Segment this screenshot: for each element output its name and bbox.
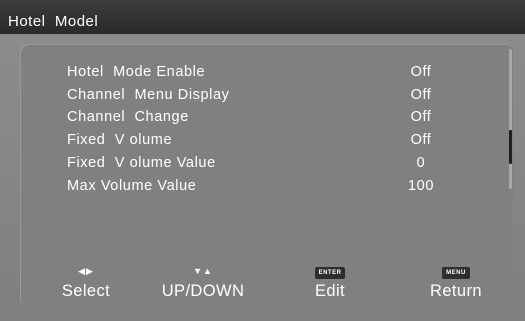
menu-row-label: Max Volume Value <box>67 178 197 194</box>
enter-keycap: ENTER <box>314 267 346 279</box>
title-bar: Hotel Model <box>0 0 525 34</box>
menu-row-hotel-mode-enable[interactable]: Hotel Mode Enable Off <box>20 62 440 84</box>
scrollbar-thumb[interactable] <box>509 129 512 164</box>
menu-row-label: Channel Change <box>67 109 189 125</box>
return-hint-label: Return <box>430 282 482 300</box>
menu-row-channel-change[interactable]: Channel Change Off <box>20 107 440 129</box>
menu-row-fixed-volume[interactable]: Fixed V olume Off <box>20 130 440 152</box>
select-hint-label: Select <box>61 282 111 300</box>
edit-hint-label: Edit <box>314 282 346 300</box>
menu-row-value: 100 <box>408 178 434 194</box>
menu-row-value: Off <box>410 64 432 80</box>
select-hint: ◀▶ Select <box>46 266 126 304</box>
page-title: Hotel Model <box>8 13 99 30</box>
menu-row-value: Off <box>410 87 432 103</box>
menu-row-channel-menu-display[interactable]: Channel Menu Display Off <box>20 85 440 107</box>
menu-row-fixed-volume-value[interactable]: Fixed V olume Value 0 <box>20 153 440 175</box>
menu-row-label: Fixed V olume <box>67 132 173 148</box>
settings-panel: Hotel Mode Enable Off Channel Menu Displ… <box>20 44 513 307</box>
down-up-arrows-icon: ▼▲ <box>193 266 213 276</box>
menu-row-label: Channel Menu Display <box>67 87 230 103</box>
menu-row-value: Off <box>410 132 432 148</box>
menu-row-label: Hotel Mode Enable <box>67 64 206 80</box>
menu-keycap: MENU <box>442 267 470 279</box>
menu-key-icon: MENU <box>406 266 506 279</box>
menu-row-label: Fixed V olume Value <box>67 155 216 171</box>
hotel-model-osd: Hotel Model Hotel Mode Enable Off Channe… <box>0 0 525 321</box>
edit-hint: ENTER Edit <box>290 266 370 304</box>
menu-row-max-volume-value[interactable]: Max Volume Value 100 <box>20 176 440 198</box>
return-hint: MENU Return <box>406 266 506 304</box>
updown-hint-label: UP/DOWN <box>161 282 245 300</box>
left-right-arrows-icon: ◀▶ <box>78 266 94 276</box>
scrollbar-track[interactable] <box>509 49 512 189</box>
enter-key-icon: ENTER <box>290 266 370 279</box>
menu-row-value: Off <box>410 109 432 125</box>
updown-hint: ▼▲ UP/DOWN <box>153 266 253 304</box>
menu-row-value: 0 <box>416 155 426 171</box>
